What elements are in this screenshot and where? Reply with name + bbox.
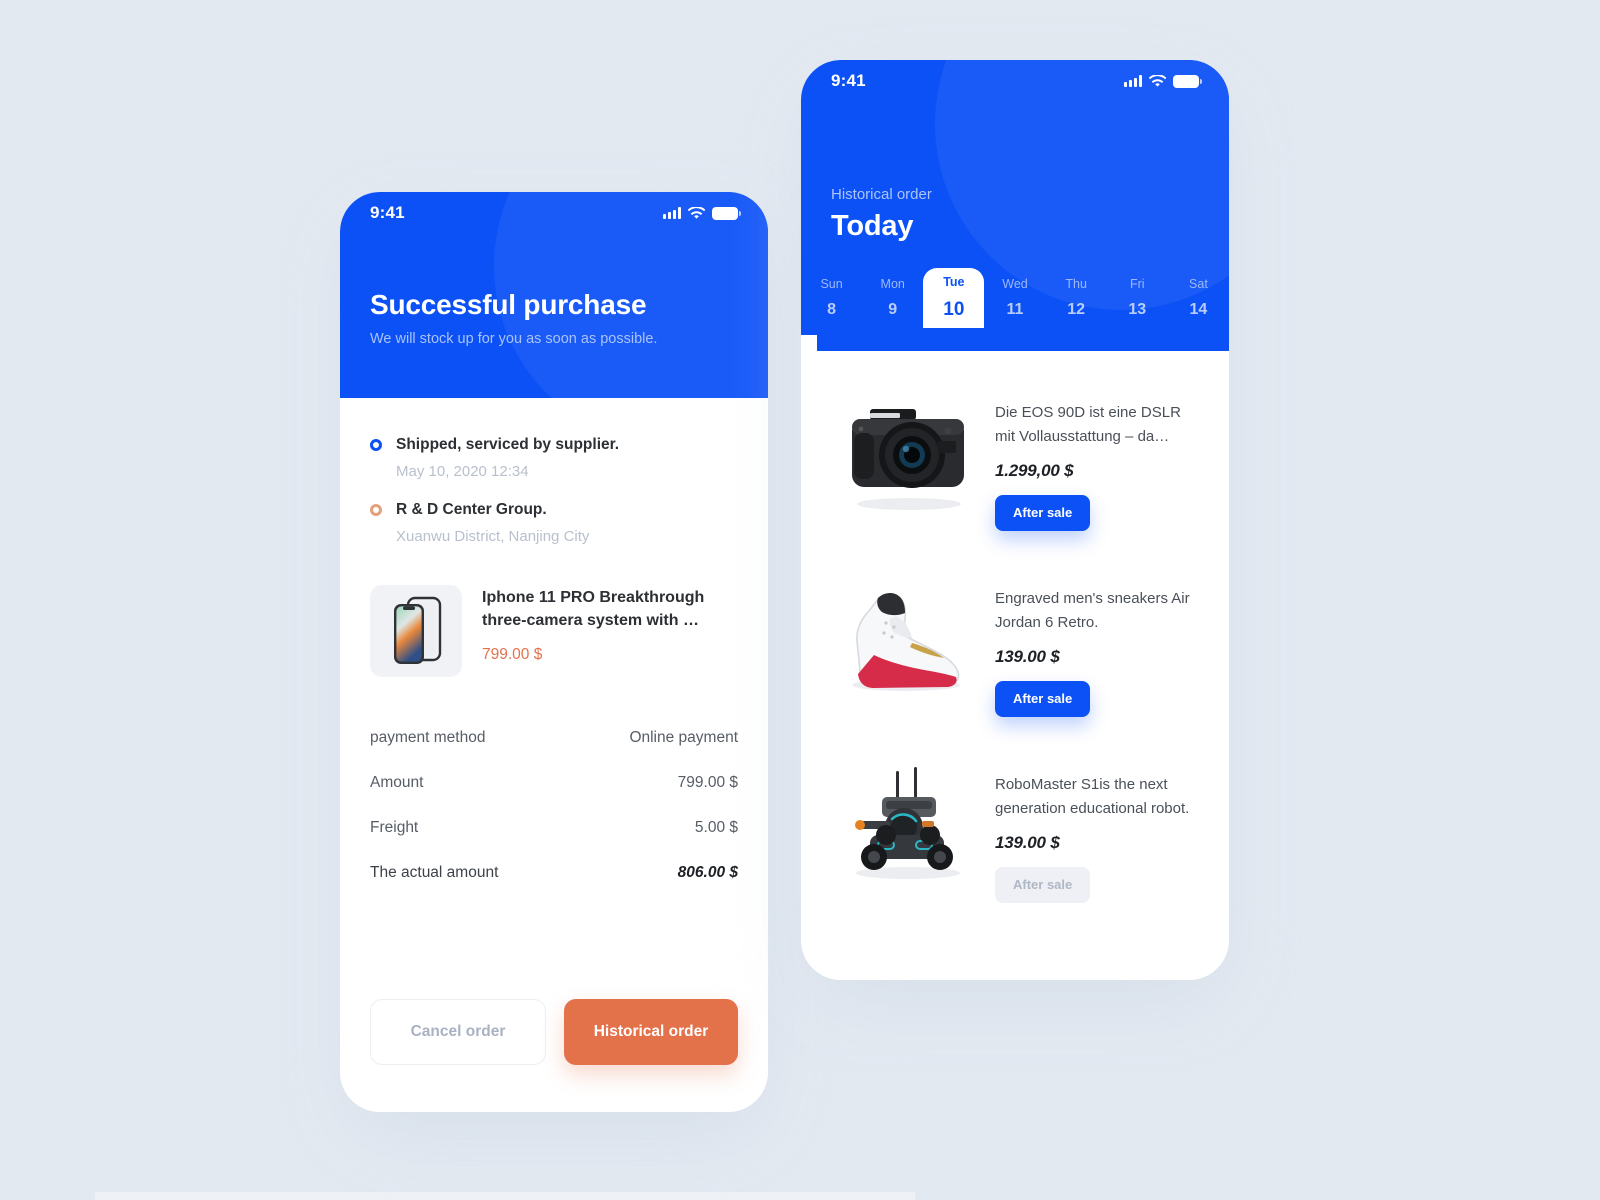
after-sale-button[interactable]: After sale bbox=[995, 680, 1091, 717]
product-image bbox=[829, 745, 989, 905]
historical-order-list-sheet: Die EOS 90D ist eine DSLR mit Vollaussta… bbox=[801, 335, 1229, 980]
iphone-with-screen-protector-icon bbox=[394, 596, 442, 664]
list-item[interactable]: Engraved men's sneakers Air Jordan 6 Ret… bbox=[829, 559, 1201, 745]
timeline-entry-center: R & D Center Group. bbox=[370, 501, 738, 519]
date-picker-strip: Sun 8 Mon 9 Tue 10 Wed 11 Thu 12 Fri 13 … bbox=[801, 268, 1229, 328]
summary-label: The actual amount bbox=[370, 864, 499, 881]
weekday-label: Wed bbox=[1002, 277, 1028, 291]
product-image bbox=[829, 373, 989, 533]
summary-label: payment method bbox=[370, 729, 486, 746]
page-title: Successful purchase bbox=[370, 289, 647, 320]
status-bar-icons bbox=[663, 206, 741, 220]
summary-value: 5.00 $ bbox=[694, 819, 738, 836]
after-sale-button[interactable]: After sale bbox=[995, 494, 1091, 531]
page-eyebrow: Historical order bbox=[831, 186, 932, 203]
summary-row-total: The actual amount 806.00 $ bbox=[370, 864, 738, 882]
summary-row-amount: Amount 799.00 $ bbox=[370, 774, 738, 792]
dslr-camera-icon bbox=[852, 409, 964, 510]
wifi-icon bbox=[1149, 74, 1166, 87]
ordered-product-row[interactable]: Iphone 11 PRO Breakthrough three-camera … bbox=[370, 585, 738, 677]
product-description: Engraved men's sneakers Air Jordan 6 Ret… bbox=[995, 590, 1190, 632]
timeline-timestamp: May 10, 2020 12:34 bbox=[396, 463, 529, 480]
status-bar: 9:41 bbox=[340, 192, 768, 234]
cellular-signal-icon bbox=[1124, 75, 1142, 87]
day-number: 11 bbox=[1006, 301, 1024, 318]
summary-value: 806.00 $ bbox=[677, 864, 738, 881]
product-image bbox=[829, 559, 989, 719]
product-price: 139.00 $ bbox=[995, 646, 1060, 666]
summary-row-freight: Freight 5.00 $ bbox=[370, 819, 738, 837]
weekday-label: Sun bbox=[820, 277, 843, 291]
timeline-title: R & D Center Group. bbox=[396, 501, 547, 518]
status-bar-time: 9:41 bbox=[370, 203, 405, 222]
day-number: 14 bbox=[1189, 301, 1208, 318]
page-title: Today bbox=[831, 210, 914, 242]
date-picker-day-mon[interactable]: Mon 9 bbox=[862, 268, 923, 328]
summary-value: Online payment bbox=[629, 729, 738, 746]
background-band bbox=[0, 1192, 1600, 1200]
date-picker-day-tue-selected[interactable]: Tue 10 bbox=[923, 268, 985, 328]
order-actions: Cancel order Historical order bbox=[370, 999, 738, 1065]
historical-order-button[interactable]: Historical order bbox=[564, 999, 738, 1065]
product-price: 1.299,00 $ bbox=[995, 460, 1074, 480]
sneaker-icon bbox=[852, 592, 960, 691]
timeline-dot-icon bbox=[370, 504, 382, 516]
battery-icon bbox=[1173, 74, 1202, 88]
weekday-label: Tue bbox=[943, 275, 965, 289]
cancel-order-button[interactable]: Cancel order bbox=[370, 999, 546, 1065]
robot-icon bbox=[855, 767, 960, 879]
date-picker-day-fri[interactable]: Fri 13 bbox=[1107, 268, 1168, 328]
summary-label: Freight bbox=[370, 819, 419, 836]
phone-screen-order-detail: 9:41 Successful purchase We will stock u… bbox=[340, 192, 768, 1112]
product-description: Die EOS 90D ist eine DSLR mit Vollaussta… bbox=[995, 404, 1181, 446]
list-item[interactable]: Die EOS 90D ist eine DSLR mit Vollaussta… bbox=[829, 373, 1201, 559]
page-subtitle: We will stock up for you as soon as poss… bbox=[370, 331, 658, 347]
status-bar-icons bbox=[1124, 74, 1202, 88]
weekday-label: Sat bbox=[1189, 277, 1208, 291]
date-picker-day-wed[interactable]: Wed 11 bbox=[984, 268, 1045, 328]
day-number: 9 bbox=[888, 301, 898, 318]
product-thumbnail bbox=[370, 585, 462, 677]
status-bar: 9:41 bbox=[801, 60, 1229, 102]
product-description: RoboMaster S1is the next generation educ… bbox=[995, 776, 1190, 818]
day-number: 8 bbox=[827, 301, 837, 318]
after-sale-button: After sale bbox=[995, 866, 1091, 903]
date-picker-day-sat[interactable]: Sat 14 bbox=[1168, 268, 1229, 328]
timeline-spacer bbox=[370, 480, 738, 501]
timeline-address: Xuanwu District, Nanjing City bbox=[396, 528, 590, 545]
order-timeline: Shipped, serviced by supplier. May 10, 2… bbox=[370, 436, 738, 545]
product-price: 139.00 $ bbox=[995, 832, 1060, 852]
phone-screen-historical-order: 9:41 Historical order Today Sun 8 Mon 9 … bbox=[801, 60, 1229, 980]
weekday-label: Thu bbox=[1065, 277, 1087, 291]
product-name: Iphone 11 PRO Breakthrough three-camera … bbox=[482, 589, 705, 629]
summary-label: Amount bbox=[370, 774, 424, 791]
day-number: 13 bbox=[1128, 301, 1147, 318]
battery-icon bbox=[712, 206, 741, 220]
summary-value: 799.00 $ bbox=[677, 774, 738, 791]
status-bar-time: 9:41 bbox=[831, 71, 866, 90]
order-detail-sheet: Shipped, serviced by supplier. May 10, 2… bbox=[340, 398, 768, 1112]
screenshot-canvas: 9:41 Successful purchase We will stock u… bbox=[0, 0, 1600, 1200]
payment-summary: payment method Online payment Amount 799… bbox=[370, 729, 738, 882]
wifi-icon bbox=[688, 206, 705, 219]
date-picker-day-thu[interactable]: Thu 12 bbox=[1046, 268, 1107, 328]
weekday-label: Fri bbox=[1129, 277, 1145, 291]
timeline-dot-icon bbox=[370, 439, 382, 451]
summary-row-payment-method: payment method Online payment bbox=[370, 729, 738, 747]
historical-order-header: 9:41 Historical order Today Sun 8 Mon 9 … bbox=[801, 60, 1229, 351]
day-number: 10 bbox=[943, 299, 965, 320]
order-detail-header: 9:41 Successful purchase We will stock u… bbox=[340, 192, 768, 398]
timeline-entry-shipped: Shipped, serviced by supplier. bbox=[370, 436, 738, 454]
cellular-signal-icon bbox=[663, 207, 681, 219]
weekday-label: Mon bbox=[880, 277, 905, 291]
product-price: 799.00 $ bbox=[482, 646, 543, 664]
date-picker-day-sun[interactable]: Sun 8 bbox=[801, 268, 862, 328]
order-item-list: Die EOS 90D ist eine DSLR mit Vollaussta… bbox=[829, 373, 1201, 931]
list-item[interactable]: RoboMaster S1is the next generation educ… bbox=[829, 745, 1201, 931]
day-number: 12 bbox=[1067, 301, 1086, 318]
timeline-title: Shipped, serviced by supplier. bbox=[396, 436, 620, 453]
